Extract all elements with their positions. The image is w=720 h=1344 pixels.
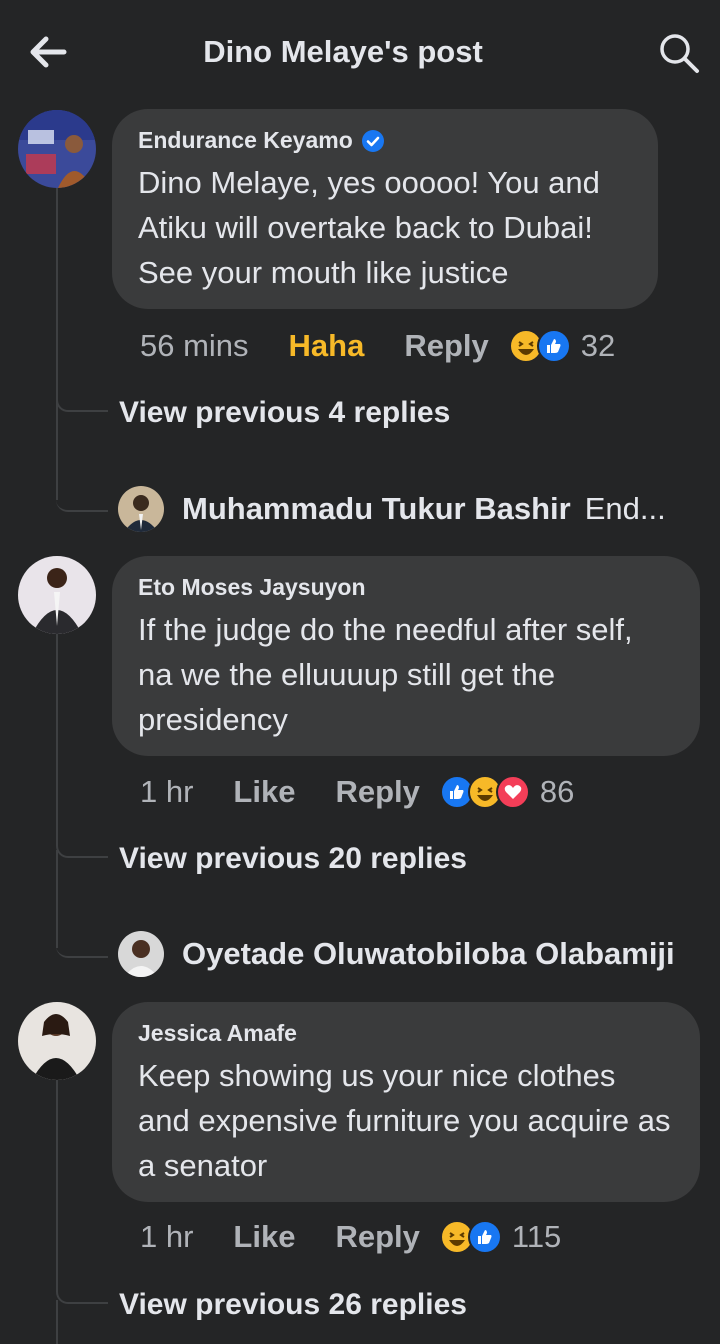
like-reaction-icon — [536, 329, 571, 363]
thread-connector — [56, 400, 108, 512]
reaction-count: 86 — [539, 774, 575, 809]
view-previous-replies[interactable]: View previous 20 replies — [119, 842, 467, 876]
view-previous-replies[interactable]: View previous 26 replies — [119, 1288, 467, 1322]
comment-author[interactable]: Endurance Keyamo — [138, 127, 353, 154]
search-button[interactable] — [656, 30, 702, 76]
thread-connector — [56, 850, 108, 958]
reply-button[interactable]: Reply — [335, 1219, 419, 1255]
comment-text: Dino Melaye, yes ooooo! You and Atiku wi… — [138, 165, 600, 290]
reply-button[interactable]: Reply — [404, 328, 488, 364]
like-button[interactable]: Like — [233, 1219, 295, 1255]
search-icon — [660, 34, 699, 73]
latest-reply[interactable]: Oyetade Oluwatobiloba Olabamiji — [118, 931, 675, 977]
comment-bubble[interactable]: Eto Moses Jaysuyon If the judge do the n… — [112, 556, 700, 756]
comment-bubble[interactable]: Jessica Amafe Keep showing us your nice … — [112, 1002, 700, 1202]
comment-actions: 1 hr Like Reply 86 — [140, 770, 574, 814]
avatar[interactable] — [18, 556, 96, 634]
verified-badge-icon — [361, 129, 384, 152]
avatar — [118, 931, 164, 977]
avatar[interactable] — [18, 1002, 96, 1080]
reaction-summary[interactable] — [439, 1220, 502, 1254]
reaction-summary[interactable] — [508, 329, 571, 363]
thread-line — [56, 400, 58, 500]
comment-text: If the judge do the needful after self, … — [138, 612, 633, 737]
like-button[interactable]: Like — [233, 774, 295, 810]
latest-reply[interactable]: Muhammadu Tukur Bashir End... — [118, 486, 666, 532]
avatar[interactable] — [18, 110, 96, 188]
reaction-count: 115 — [511, 1219, 562, 1254]
comment-time: 1 hr — [140, 774, 194, 809]
thread-connector — [56, 186, 108, 412]
love-reaction-icon — [495, 775, 530, 809]
page-title: Dino Melaye's post — [203, 34, 483, 69]
reaction-count: 32 — [580, 328, 616, 363]
comment-text: Keep showing us your nice clothes and ex… — [138, 1058, 671, 1183]
avatar — [118, 486, 164, 532]
thread-line — [56, 850, 58, 948]
reply-author[interactable]: Oyetade Oluwatobiloba Olabamiji — [182, 936, 675, 972]
reaction-button[interactable]: Haha — [289, 328, 365, 364]
view-previous-replies[interactable]: View previous 4 replies — [119, 396, 450, 430]
top-app-bar: Dino Melaye's post — [0, 0, 720, 105]
reaction-summary[interactable] — [439, 775, 530, 809]
comment-time: 1 hr — [140, 1219, 194, 1254]
comment-time: 56 mins — [140, 328, 249, 363]
thread-line — [56, 1300, 58, 1344]
thread-connector — [56, 632, 108, 858]
reply-snippet: End... — [584, 491, 666, 526]
comment-actions: 1 hr Like Reply 115 — [140, 1215, 561, 1259]
comment-author[interactable]: Jessica Amafe — [138, 1020, 297, 1047]
like-reaction-icon — [467, 1220, 502, 1254]
thread-connector — [56, 1078, 108, 1304]
comment-author[interactable]: Eto Moses Jaysuyon — [138, 574, 366, 601]
reply-button[interactable]: Reply — [335, 774, 419, 810]
comment-actions: 56 mins Haha Reply 32 — [140, 324, 615, 368]
comment-bubble[interactable]: Endurance Keyamo Dino Melaye, yes ooooo!… — [112, 109, 658, 309]
reply-author[interactable]: Muhammadu Tukur Bashir — [182, 491, 571, 527]
